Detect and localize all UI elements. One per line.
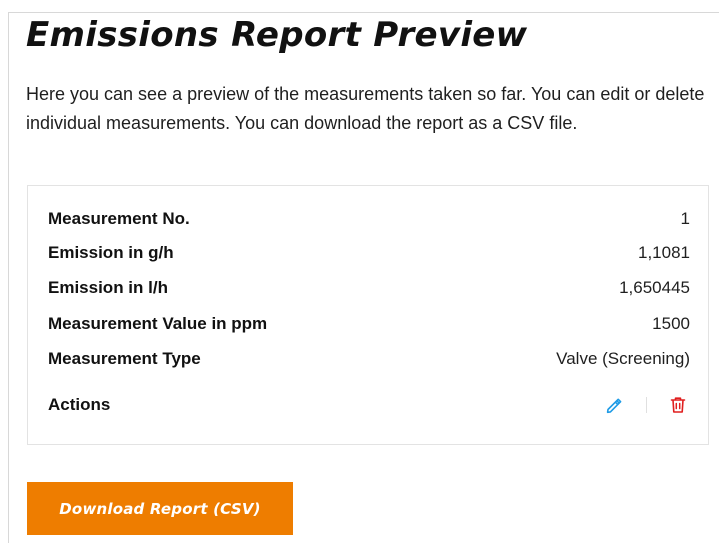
measurement-type-value: Valve (Screening) [556,349,690,368]
emission-gh-row: Emission in g/h 1,1081 [48,241,690,265]
emission-gh-label: Emission in g/h [48,243,174,262]
measurement-type-label: Measurement Type [48,349,201,368]
emission-lh-label: Emission in l/h [48,278,168,297]
edit-button[interactable] [602,393,626,417]
measurement-number-label: Measurement No. [48,209,190,228]
measurement-card: Measurement No. 1 Emission in g/h 1,1081… [27,185,709,445]
actions-label: Actions [48,395,111,414]
actions-divider [646,397,647,413]
actions-row: Actions [48,393,690,417]
emission-lh-row: Emission in l/h 1,650445 [48,276,690,300]
trash-icon [670,397,686,413]
measurement-number-row: Measurement No. 1 [48,207,690,231]
intro-text: Here you can see a preview of the measur… [26,84,705,133]
emission-lh-value: 1,650445 [619,278,690,297]
download-report-button[interactable]: Download Report (CSV) [27,482,293,535]
pencil-icon [606,398,622,414]
measurement-number-value: 1 [680,209,690,228]
page-title: Emissions Report Preview [26,15,528,55]
actions-group [602,393,690,417]
delete-button[interactable] [666,393,690,417]
ppm-value-label: Measurement Value in ppm [48,314,268,333]
emission-gh-value: 1,1081 [638,243,690,262]
ppm-value-value: 1500 [652,314,690,333]
measurement-type-row: Measurement Type Valve (Screening) [48,347,690,371]
ppm-value-row: Measurement Value in ppm 1500 [48,312,690,336]
